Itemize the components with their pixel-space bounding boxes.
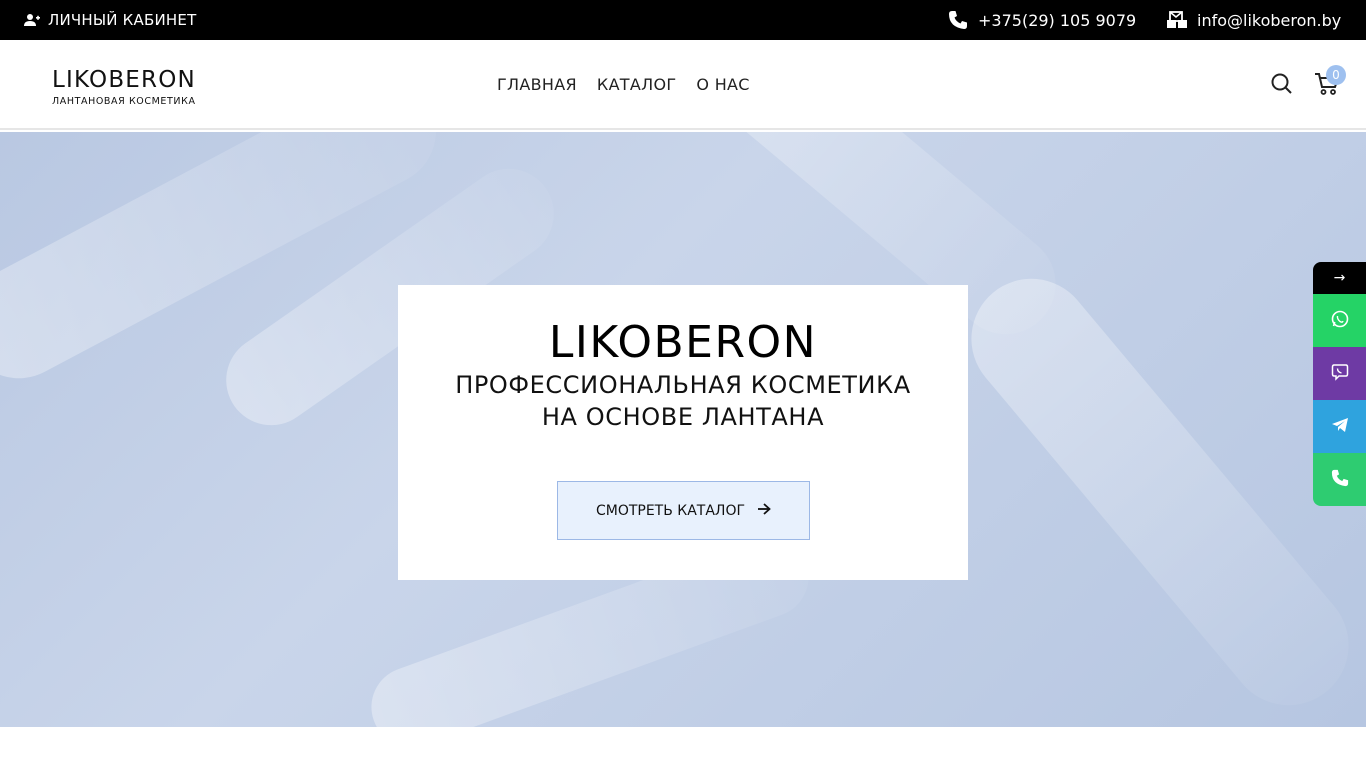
nav-about[interactable]: О НАС bbox=[696, 75, 749, 94]
phone-number: +375(29) 105 9079 bbox=[978, 10, 1137, 30]
email-address: info@likoberon.by bbox=[1197, 10, 1342, 30]
email-link[interactable]: info@likoberon.by bbox=[1167, 0, 1341, 40]
top-bar: ЛИЧНЫЙ КАБИНЕТ +375(29) 105 9079 info@li… bbox=[0, 0, 1366, 40]
phone-icon bbox=[948, 10, 968, 30]
view-catalog-button[interactable]: СМОТРЕТЬ КАТАЛОГ bbox=[557, 481, 810, 540]
nav-home[interactable]: ГЛАВНАЯ bbox=[497, 75, 577, 94]
hero-subtitle-line: НА ОСНОВЕ ЛАНТАНА bbox=[541, 403, 825, 431]
whatsapp-icon bbox=[1331, 310, 1349, 332]
view-catalog-label: СМОТРЕТЬ КАТАЛОГ bbox=[595, 502, 746, 519]
phone-link[interactable]: +375(29) 105 9079 bbox=[948, 0, 1136, 40]
account-label: ЛИЧНЫЙ КАБИНЕТ bbox=[48, 11, 197, 29]
sidebar-toggle[interactable]: → bbox=[1313, 262, 1366, 294]
whatsapp-button[interactable] bbox=[1313, 294, 1366, 347]
site-header: LIKOBERON ЛАНТАНОВАЯ КОСМЕТИКА ГЛАВНАЯ К… bbox=[0, 40, 1366, 130]
logo[interactable]: LIKOBERON ЛАНТАНОВАЯ КОСМЕТИКА bbox=[52, 68, 212, 110]
call-button[interactable] bbox=[1313, 453, 1366, 506]
cart-count-badge: 0 bbox=[1326, 65, 1346, 85]
user-plus-icon bbox=[24, 13, 40, 27]
logo-tagline: ЛАНТАНОВАЯ КОСМЕТИКА bbox=[52, 96, 196, 107]
messenger-sidebar: → bbox=[1313, 262, 1366, 506]
hero-background-decoration bbox=[946, 254, 1366, 727]
hero-subtitle-line: ПРОФЕССИОНАЛЬНАЯ КОСМЕТИКА bbox=[455, 371, 911, 399]
phone-icon bbox=[1331, 469, 1349, 491]
logo-wordmark: LIKOBERON bbox=[52, 67, 196, 93]
arrow-right-icon bbox=[757, 502, 771, 519]
viber-button[interactable] bbox=[1313, 347, 1366, 400]
mail-icon bbox=[1167, 11, 1187, 29]
nav-catalog[interactable]: КАТАЛОГ bbox=[597, 75, 677, 94]
telegram-icon bbox=[1331, 417, 1349, 437]
telegram-button[interactable] bbox=[1313, 400, 1366, 453]
hero-card: LIKOBERON ПРОФЕССИОНАЛЬНАЯ КОСМЕТИКА НА … bbox=[398, 285, 968, 580]
hero-title: LIKOBERON bbox=[548, 317, 818, 368]
main-nav: ГЛАВНАЯ КАТАЛОГ О НАС bbox=[497, 40, 750, 128]
hero-subtitle: ПРОФЕССИОНАЛЬНАЯ КОСМЕТИКА НА ОСНОВЕ ЛАН… bbox=[398, 369, 968, 433]
hero-banner: LIKOBERON ПРОФЕССИОНАЛЬНАЯ КОСМЕТИКА НА … bbox=[0, 132, 1366, 727]
search-icon[interactable] bbox=[1270, 72, 1294, 96]
viber-icon bbox=[1331, 363, 1349, 385]
account-link[interactable]: ЛИЧНЫЙ КАБИНЕТ bbox=[24, 0, 196, 40]
